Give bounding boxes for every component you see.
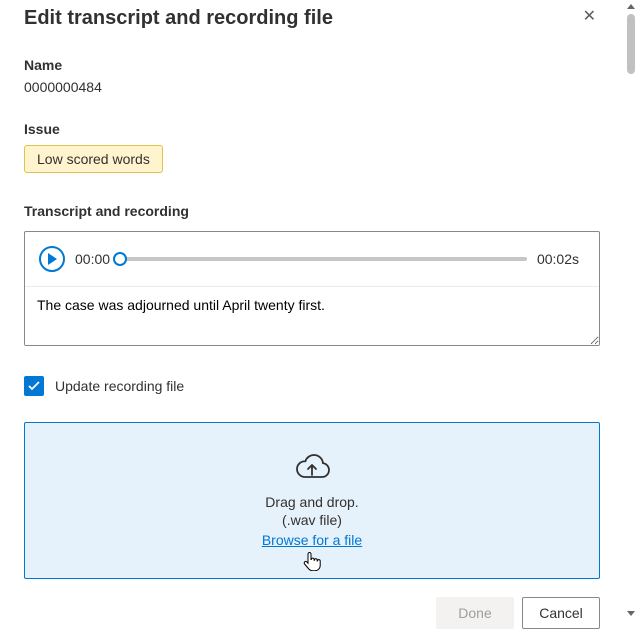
update-recording-row: Update recording file [24, 376, 600, 396]
file-drop-zone[interactable]: Drag and drop. (.wav file) Browse for a … [24, 422, 600, 579]
scroll-up-icon[interactable] [627, 4, 635, 9]
seek-slider[interactable] [120, 252, 527, 266]
play-button[interactable] [39, 246, 65, 272]
close-icon: ✕ [583, 8, 596, 25]
transcript-box: 00:00 00:02s [24, 231, 600, 346]
dialog-header: Edit transcript and recording file ✕ [24, 5, 600, 31]
cancel-button[interactable]: Cancel [522, 597, 600, 629]
current-time: 00:00 [75, 251, 110, 267]
transcript-label: Transcript and recording [24, 203, 600, 219]
issue-tag: Low scored words [24, 145, 163, 173]
dialog-title: Edit transcript and recording file [24, 5, 333, 31]
audio-player: 00:00 00:02s [25, 232, 599, 287]
issue-label: Issue [24, 121, 600, 137]
seek-track [120, 257, 527, 261]
seek-thumb[interactable] [113, 252, 127, 266]
name-value: 0000000484 [24, 79, 600, 95]
cloud-upload-icon [292, 453, 332, 486]
name-label: Name [24, 57, 600, 73]
edit-transcript-dialog: Edit transcript and recording file ✕ Nam… [0, 0, 624, 629]
scroll-down-icon[interactable] [627, 611, 635, 616]
close-button[interactable]: ✕ [579, 7, 600, 27]
transcript-textarea[interactable] [25, 287, 599, 345]
done-button[interactable]: Done [436, 597, 514, 629]
scrollbar-thumb[interactable] [627, 14, 635, 74]
update-recording-checkbox[interactable] [24, 376, 44, 396]
update-recording-label[interactable]: Update recording file [55, 378, 184, 394]
dropzone-text-2: (.wav file) [282, 512, 342, 528]
pointer-cursor-icon [303, 551, 321, 574]
dialog-footer: Done Cancel [24, 597, 600, 629]
duration: 00:02s [537, 251, 579, 267]
browse-file-link[interactable]: Browse for a file [262, 532, 362, 548]
vertical-scrollbar[interactable] [627, 2, 635, 618]
check-icon [28, 381, 40, 391]
dropzone-text-1: Drag and drop. [265, 494, 358, 510]
play-icon [47, 253, 58, 265]
